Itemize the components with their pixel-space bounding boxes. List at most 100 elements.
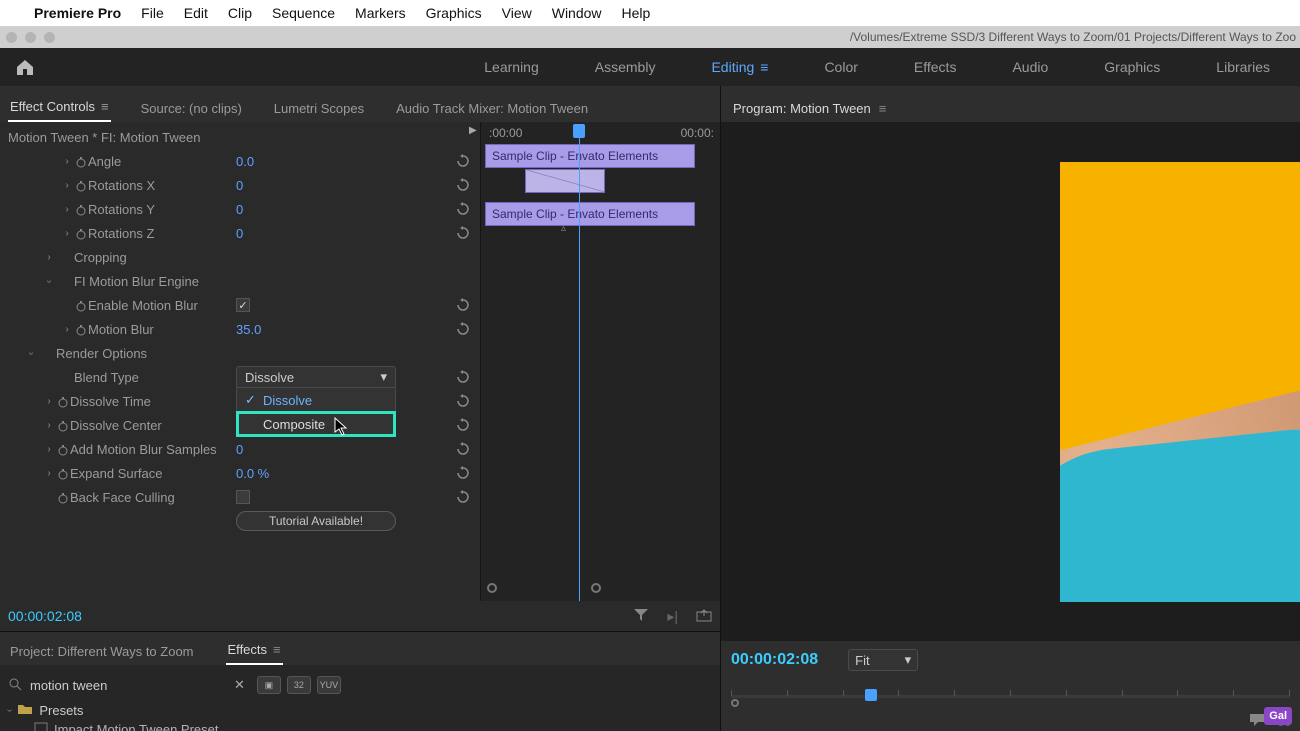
menu-sequence[interactable]: Sequence: [272, 5, 335, 21]
stopwatch-icon[interactable]: [56, 442, 70, 457]
program-timecode[interactable]: 00:00:02:08: [731, 651, 818, 669]
workspace-assembly[interactable]: Assembly: [595, 59, 656, 75]
timeline-clip-1[interactable]: Sample Clip - Envato Elements: [485, 144, 695, 168]
timeline-transition[interactable]: [525, 169, 605, 193]
menu-file[interactable]: File: [141, 5, 164, 21]
twirl-icon[interactable]: ›: [60, 180, 74, 191]
stopwatch-icon[interactable]: [74, 298, 88, 313]
export-frame-icon[interactable]: [696, 608, 712, 625]
tab-effects[interactable]: Effects≡: [226, 642, 283, 665]
comment-marker-icon[interactable]: [1249, 713, 1265, 731]
reset-icon[interactable]: [456, 490, 470, 504]
preset-item[interactable]: Impact Motion Tween Preset: [8, 718, 712, 731]
app-name[interactable]: Premiere Pro: [34, 5, 121, 21]
effects-search-input[interactable]: [28, 677, 228, 694]
twirl-icon[interactable]: ›: [44, 274, 55, 288]
twirl-icon[interactable]: ›: [26, 346, 37, 360]
step-forward-icon[interactable]: ▸|: [667, 608, 678, 625]
prop-rotx-value[interactable]: 0: [236, 178, 243, 193]
twirl-icon[interactable]: ›: [42, 444, 56, 455]
prop-roty-value[interactable]: 0: [236, 202, 243, 217]
stopwatch-icon[interactable]: [56, 394, 70, 409]
menu-help[interactable]: Help: [622, 5, 651, 21]
reset-icon[interactable]: [456, 202, 470, 216]
reset-icon[interactable]: [456, 394, 470, 408]
presets-folder[interactable]: › Presets: [8, 699, 712, 718]
tutorial-button[interactable]: Tutorial Available!: [236, 511, 396, 531]
menu-clip[interactable]: Clip: [228, 5, 252, 21]
zoom-level-dropdown[interactable]: Fit ▾: [848, 649, 918, 671]
close-window-button[interactable]: [6, 32, 17, 43]
workspace-audio[interactable]: Audio: [1012, 59, 1048, 75]
32bit-effects-icon[interactable]: 32: [287, 676, 311, 694]
tab-program[interactable]: Program: Motion Tween≡: [731, 101, 888, 122]
workspace-effects[interactable]: Effects: [914, 59, 957, 75]
menu-window[interactable]: Window: [552, 5, 602, 21]
workspace-editing[interactable]: Editing≡: [711, 59, 768, 75]
stopwatch-icon[interactable]: [56, 418, 70, 433]
enable-mb-checkbox[interactable]: ✓: [236, 298, 250, 312]
workspace-color[interactable]: Color: [824, 59, 857, 75]
reset-icon[interactable]: [456, 154, 470, 168]
panel-menu-icon[interactable]: ≡: [273, 642, 281, 657]
reset-icon[interactable]: [456, 418, 470, 432]
twirl-icon[interactable]: ›: [42, 396, 56, 407]
menu-graphics[interactable]: Graphics: [426, 5, 482, 21]
reset-icon[interactable]: [456, 442, 470, 456]
yuv-effects-icon[interactable]: YUV: [317, 676, 341, 694]
blend-option-dissolve[interactable]: ✓ Dissolve: [237, 388, 395, 412]
tab-effect-controls[interactable]: Effect Controls≡: [8, 99, 111, 122]
twirl-icon[interactable]: ›: [42, 252, 56, 263]
back-face-checkbox[interactable]: [236, 490, 250, 504]
twirl-icon[interactable]: ›: [42, 420, 56, 431]
reset-icon[interactable]: [456, 466, 470, 480]
reset-icon[interactable]: [456, 178, 470, 192]
menu-view[interactable]: View: [502, 5, 532, 21]
clear-search-icon[interactable]: ✕: [234, 677, 245, 693]
playhead[interactable]: [865, 689, 877, 701]
twirl-icon[interactable]: ›: [4, 709, 15, 712]
stopwatch-icon[interactable]: [74, 322, 88, 337]
twirl-icon[interactable]: ›: [60, 228, 74, 239]
twirl-icon[interactable]: ›: [60, 156, 74, 167]
stopwatch-icon[interactable]: [56, 490, 70, 505]
tab-source[interactable]: Source: (no clips): [139, 101, 244, 122]
zoom-window-button[interactable]: [44, 32, 55, 43]
reset-icon[interactable]: [456, 322, 470, 336]
tab-project[interactable]: Project: Different Ways to Zoom: [8, 644, 196, 665]
play-icon[interactable]: ▶: [469, 125, 477, 136]
reset-icon[interactable]: [456, 226, 470, 240]
program-scrubber[interactable]: [731, 687, 1290, 705]
timeline-clip-2[interactable]: Sample Clip - Envato Elements: [485, 202, 695, 226]
twirl-icon[interactable]: ›: [42, 468, 56, 479]
program-monitor[interactable]: [721, 122, 1300, 641]
prop-motion-blur-value[interactable]: 35.0: [236, 322, 261, 337]
blend-type-dropdown[interactable]: Dissolve ▾: [236, 366, 396, 388]
blend-option-composite[interactable]: Composite: [237, 412, 395, 436]
stopwatch-icon[interactable]: [74, 202, 88, 217]
prop-angle-value[interactable]: 0.0: [236, 154, 254, 169]
filter-icon[interactable]: [633, 608, 649, 625]
effect-controls-timeline[interactable]: ▶ :00:00 00:00: Sample Clip - Envato Ele…: [480, 122, 720, 601]
workspace-graphics[interactable]: Graphics: [1104, 59, 1160, 75]
prop-expand-surface-value[interactable]: 0.0 %: [236, 466, 269, 481]
panel-menu-icon[interactable]: ≡: [101, 99, 109, 114]
stopwatch-icon[interactable]: [74, 154, 88, 169]
menu-markers[interactable]: Markers: [355, 5, 406, 21]
current-timecode[interactable]: 00:00:02:08: [8, 608, 82, 624]
twirl-icon[interactable]: ›: [60, 324, 74, 335]
menu-edit[interactable]: Edit: [184, 5, 208, 21]
in-point-handle[interactable]: [731, 699, 739, 707]
panel-menu-icon[interactable]: ≡: [879, 101, 887, 116]
twirl-icon[interactable]: ›: [60, 204, 74, 215]
panel-menu-icon[interactable]: ≡: [760, 59, 768, 75]
timeline-zoom-scrollbar[interactable]: [487, 585, 712, 593]
tab-audio-mixer[interactable]: Audio Track Mixer: Motion Tween: [394, 101, 590, 122]
accelerated-effects-icon[interactable]: ▣: [257, 676, 281, 694]
reset-icon[interactable]: [456, 370, 470, 384]
timeline-ruler[interactable]: :00:00 00:00:: [481, 122, 720, 144]
prop-rotz-value[interactable]: 0: [236, 226, 243, 241]
stopwatch-icon[interactable]: [74, 178, 88, 193]
workspace-libraries[interactable]: Libraries: [1216, 59, 1270, 75]
reset-icon[interactable]: [456, 298, 470, 312]
